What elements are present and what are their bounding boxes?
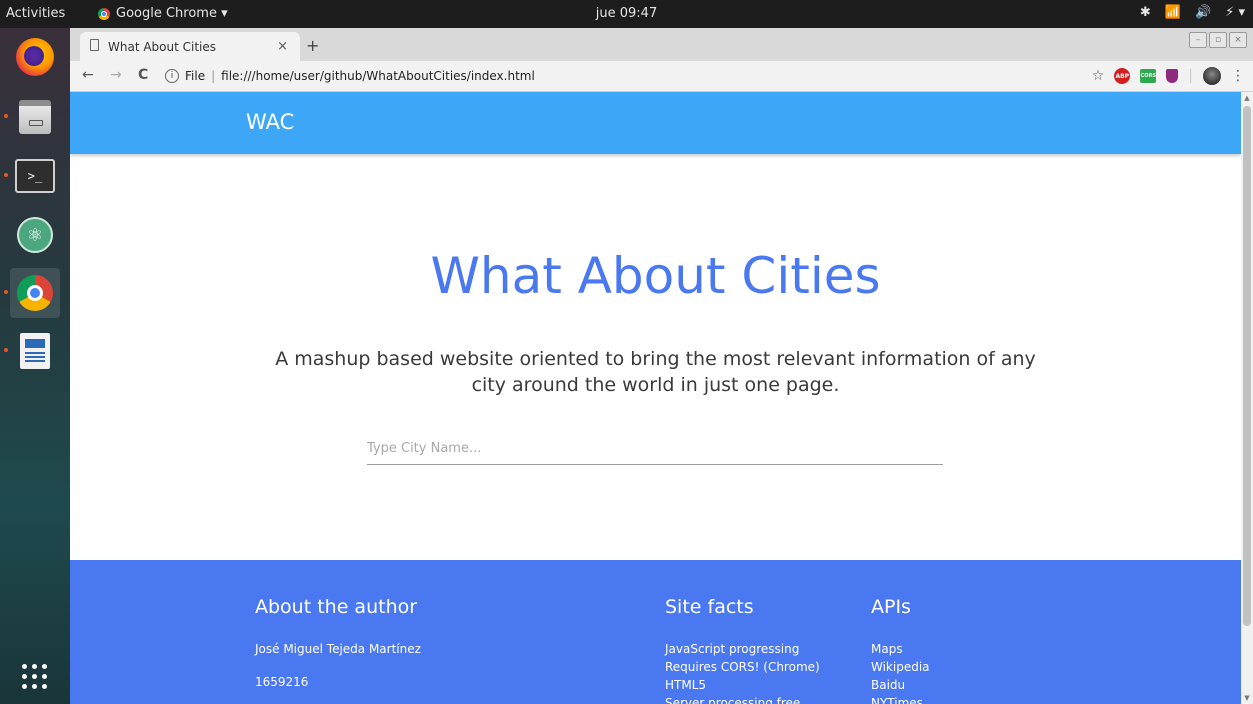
author-name: José Miguel Tejeda Martínez	[255, 642, 421, 656]
toolbar-divider: |	[1188, 68, 1193, 84]
tab-title: What About Cities	[108, 40, 217, 54]
dock-atom[interactable]: ⚛	[10, 210, 60, 260]
wifi-icon[interactable]: 📶	[1165, 5, 1181, 20]
files-icon	[19, 100, 51, 134]
scrollbar-thumb[interactable]	[1243, 106, 1251, 626]
page-subtitle: A mashup based website oriented to bring…	[250, 346, 1061, 398]
dock: >_ ⚛	[0, 28, 70, 704]
page-scrollbar[interactable]: ▲ ▼	[1241, 92, 1253, 704]
api-item-maps[interactable]: Maps	[871, 640, 930, 658]
extensions-area: ☆ ABP CORS | ⋮	[1092, 67, 1245, 85]
adblock-icon[interactable]: ABP	[1114, 68, 1131, 84]
author-id: 1659216	[255, 675, 309, 689]
system-top-bar: Activities Google Chrome ▾ jue 09:47 ✱ 📶…	[0, 0, 1253, 28]
dock-writer[interactable]	[4, 326, 60, 376]
dock-firefox[interactable]	[10, 32, 60, 82]
site-footer: About the author José Miguel Tejeda Mart…	[70, 560, 1241, 704]
show-apps-icon[interactable]	[22, 664, 48, 690]
window-controls: – ▫ ×	[1189, 32, 1247, 48]
browser-window: What About Cities × + – ▫ × ← → C i File…	[70, 28, 1253, 704]
brand-logo[interactable]: WAC	[246, 110, 294, 134]
chrome-menu-icon[interactable]: ⋮	[1231, 68, 1245, 84]
scroll-up-icon[interactable]: ▲	[1241, 94, 1253, 102]
dock-chrome[interactable]	[4, 268, 60, 318]
profile-avatar[interactable]	[1203, 67, 1221, 85]
subtitle-line-2: city around the world in just one page.	[471, 374, 840, 396]
close-window-button[interactable]: ×	[1229, 32, 1247, 48]
site-navbar: WAC	[70, 92, 1241, 154]
apis-heading: APIs	[871, 596, 911, 618]
power-icon[interactable]: ⚡ ▾	[1225, 5, 1245, 20]
cors-extension-icon[interactable]: CORS	[1140, 69, 1157, 83]
about-heading: About the author	[255, 596, 418, 618]
fact-item: Server processing free	[665, 696, 801, 704]
page-viewport: WAC What About Cities A mashup based web…	[70, 92, 1241, 704]
browser-toolbar: ← → C i File | file:///home/user/github/…	[70, 61, 1253, 92]
dropbox-icon[interactable]: ✱	[1140, 5, 1151, 20]
writer-icon	[20, 333, 50, 369]
fact-item: JavaScript progressing	[665, 642, 800, 656]
dock-terminal[interactable]: >_	[4, 151, 60, 201]
scheme-label: File	[185, 69, 206, 83]
running-indicator	[4, 173, 8, 177]
page-icon	[90, 39, 99, 51]
url-text[interactable]: file:///home/user/github/WhatAboutCities…	[221, 69, 535, 83]
running-indicator	[4, 290, 8, 294]
reload-icon[interactable]: C	[138, 67, 148, 83]
terminal-icon: >_	[15, 159, 55, 193]
subtitle-line-1: A mashup based website oriented to bring…	[275, 348, 1036, 370]
scroll-down-icon[interactable]: ▼	[1241, 694, 1253, 702]
tab-close-icon[interactable]: ×	[277, 39, 288, 54]
fact-item-warning: Requires CORS! (Chrome)	[665, 660, 820, 674]
firefox-icon	[16, 38, 54, 76]
api-item-nytimes[interactable]: NYTimes	[871, 694, 930, 704]
bookmark-star-icon[interactable]: ☆	[1092, 68, 1105, 84]
info-icon[interactable]: i	[165, 69, 179, 83]
dock-files[interactable]	[4, 92, 60, 142]
address-bar[interactable]: i File | file:///home/user/github/WhatAb…	[165, 65, 1045, 87]
tab-strip: What About Cities × + – ▫ ×	[70, 28, 1253, 61]
system-tray[interactable]: ✱ 📶 🔊 ⚡ ▾	[1140, 5, 1245, 20]
atom-icon: ⚛	[17, 217, 53, 253]
running-indicator	[4, 114, 8, 118]
page-title: What About Cities	[430, 247, 881, 305]
shield-extension-icon[interactable]	[1166, 69, 1179, 83]
facts-heading: Site facts	[665, 596, 754, 618]
city-search-input[interactable]	[367, 432, 943, 465]
fact-item: HTML5	[665, 678, 707, 692]
forward-icon[interactable]: →	[110, 67, 122, 83]
facts-list: JavaScript progressing Requires CORS! (C…	[665, 640, 820, 704]
chrome-icon	[17, 275, 53, 311]
new-tab-button[interactable]: +	[306, 36, 319, 55]
separator: |	[211, 69, 216, 83]
api-item-wikipedia[interactable]: Wikipedia	[871, 658, 930, 676]
running-indicator	[4, 348, 8, 352]
api-item-baidu[interactable]: Baidu	[871, 676, 930, 694]
tab-what-about-cities[interactable]: What About Cities ×	[80, 32, 300, 61]
minimize-button[interactable]: –	[1189, 32, 1207, 48]
system-clock[interactable]: jue 09:47	[0, 6, 1253, 21]
maximize-button[interactable]: ▫	[1209, 32, 1227, 48]
volume-icon[interactable]: 🔊	[1195, 5, 1211, 20]
apis-list: Maps Wikipedia Baidu NYTimes	[871, 640, 930, 704]
back-icon[interactable]: ←	[82, 67, 94, 83]
